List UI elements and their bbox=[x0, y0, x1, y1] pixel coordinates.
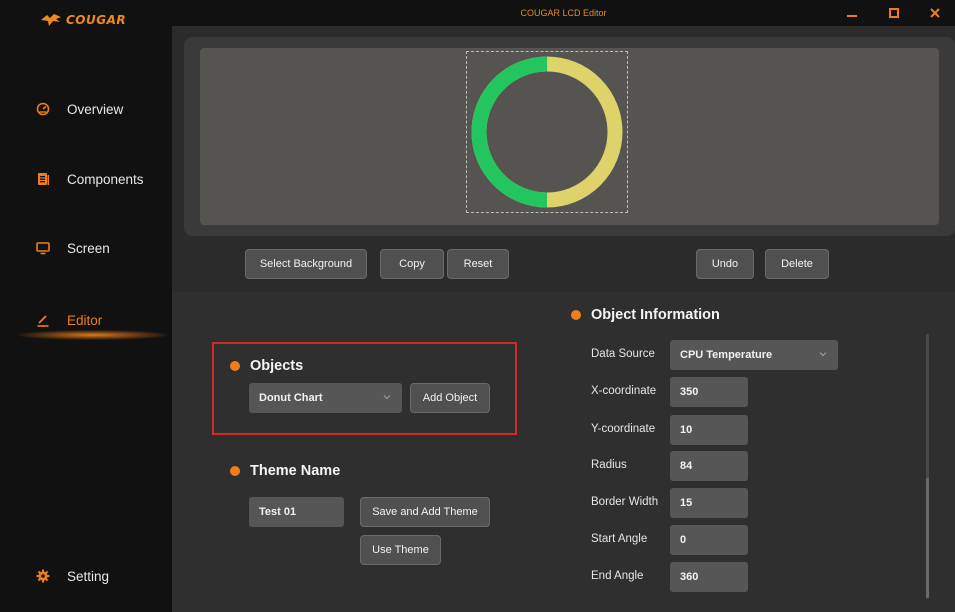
properties-panel: Objects Donut Chart Add Object Theme Nam… bbox=[172, 292, 955, 612]
objects-heading: Objects bbox=[230, 358, 303, 374]
save-and-add-theme-button[interactable]: Save and Add Theme bbox=[360, 497, 490, 527]
radius-label: Radius bbox=[591, 459, 627, 471]
end-angle-label: End Angle bbox=[591, 570, 644, 582]
object-type-select[interactable]: Donut Chart bbox=[249, 383, 402, 413]
data-source-value: CPU Temperature bbox=[680, 349, 773, 361]
reset-button[interactable]: Reset bbox=[447, 249, 509, 279]
cougar-logo-icon bbox=[41, 14, 61, 26]
close-icon bbox=[930, 8, 940, 18]
window-title: COUGAR LCD Editor bbox=[520, 8, 607, 18]
sidebar-item-overview[interactable]: Overview bbox=[0, 94, 172, 124]
sidebar-item-label: Components bbox=[67, 171, 144, 187]
theme-title: Theme Name bbox=[250, 463, 341, 479]
cougar-logo: COUGAR bbox=[40, 13, 126, 27]
minimize-button[interactable] bbox=[843, 4, 861, 22]
theme-name-value: Test 01 bbox=[259, 506, 297, 518]
donut-chart[interactable] bbox=[467, 52, 627, 212]
document-icon bbox=[36, 172, 50, 186]
sidebar-item-label: Editor bbox=[67, 312, 103, 328]
title-bar: COUGAR LCD Editor bbox=[172, 0, 955, 26]
sidebar-item-label: Overview bbox=[67, 101, 124, 117]
selected-object-bounds[interactable] bbox=[466, 51, 628, 213]
border-width-input[interactable]: 15 bbox=[670, 488, 748, 518]
y-coordinate-input[interactable]: 10 bbox=[670, 415, 748, 445]
monitor-icon bbox=[36, 241, 50, 255]
pencil-icon bbox=[36, 313, 50, 327]
sidebar: COUGAR Overview Components Screen Editor bbox=[0, 0, 172, 612]
data-source-select[interactable]: CPU Temperature bbox=[670, 340, 838, 370]
object-info-heading: Object Information bbox=[571, 307, 720, 323]
gauge-icon bbox=[36, 102, 50, 116]
bullet-dot bbox=[230, 466, 240, 476]
objects-title: Objects bbox=[250, 358, 304, 374]
theme-heading: Theme Name bbox=[230, 463, 340, 479]
maximize-icon bbox=[889, 8, 899, 18]
start-angle-label: Start Angle bbox=[591, 533, 648, 545]
y-coordinate-label: Y-coordinate bbox=[591, 423, 656, 435]
data-source-label: Data Source bbox=[591, 348, 655, 360]
properties-scroll-thumb[interactable] bbox=[926, 478, 929, 598]
x-coordinate-label: X-coordinate bbox=[591, 385, 657, 397]
sidebar-item-screen[interactable]: Screen bbox=[0, 233, 172, 263]
select-background-button[interactable]: Select Background bbox=[245, 249, 367, 279]
radius-input[interactable]: 84 bbox=[670, 451, 748, 481]
gear-icon bbox=[36, 569, 50, 583]
minimize-icon bbox=[847, 15, 857, 17]
use-theme-button[interactable]: Use Theme bbox=[360, 535, 441, 565]
add-object-button[interactable]: Add Object bbox=[410, 383, 490, 413]
theme-name-input[interactable]: Test 01 bbox=[249, 497, 344, 527]
maximize-button[interactable] bbox=[885, 4, 903, 22]
end-angle-input[interactable]: 360 bbox=[670, 562, 748, 592]
copy-button[interactable]: Copy bbox=[380, 249, 444, 279]
sidebar-item-label: Screen bbox=[67, 240, 110, 256]
chevron-down-icon bbox=[383, 395, 391, 400]
logo-text: COUGAR bbox=[66, 13, 127, 27]
close-button[interactable] bbox=[926, 4, 944, 22]
object-info-title: Object Information bbox=[591, 307, 720, 323]
delete-button[interactable]: Delete bbox=[765, 249, 829, 279]
sidebar-item-setting[interactable]: Setting bbox=[0, 561, 172, 591]
sidebar-item-components[interactable]: Components bbox=[0, 164, 172, 194]
start-angle-input[interactable]: 0 bbox=[670, 525, 748, 555]
x-coordinate-input[interactable]: 350 bbox=[670, 377, 748, 407]
active-indicator bbox=[18, 330, 168, 340]
lcd-preview-canvas[interactable] bbox=[200, 48, 939, 225]
object-type-value: Donut Chart bbox=[259, 392, 323, 404]
preview-panel bbox=[184, 37, 955, 236]
editor-main: Select Background Copy Reset Undo Delete… bbox=[172, 26, 955, 612]
app-window: COUGAR Overview Components Screen Editor bbox=[0, 0, 955, 612]
undo-button[interactable]: Undo bbox=[696, 249, 754, 279]
sidebar-item-label: Setting bbox=[67, 568, 110, 584]
border-width-label: Border Width bbox=[591, 496, 659, 508]
bullet-dot bbox=[230, 361, 240, 371]
bullet-dot bbox=[571, 310, 581, 320]
chevron-down-icon bbox=[819, 352, 827, 357]
